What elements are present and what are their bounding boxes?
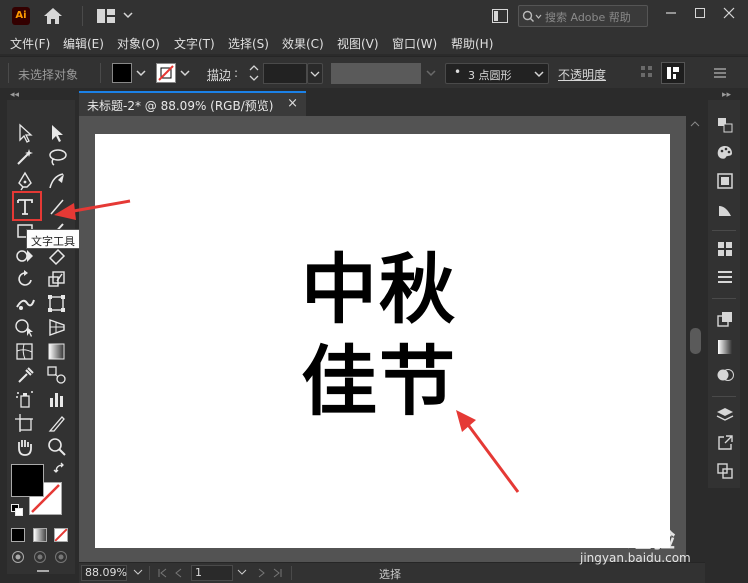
swatches-icon[interactable] — [716, 172, 734, 190]
arrow-to-type-tool — [54, 199, 131, 220]
last-artboard-icon[interactable] — [273, 568, 283, 578]
baidu-watermark: Bai 经验 jingyan.baidu.com — [576, 519, 712, 567]
prev-artboard-icon[interactable] — [173, 568, 183, 578]
current-tool-status: 选择 — [379, 568, 401, 581]
artboards-icon[interactable] — [716, 462, 734, 480]
appearance-icon[interactable] — [716, 366, 734, 384]
arrow-to-text — [456, 410, 520, 493]
artboard-number-field[interactable]: 1 — [191, 565, 233, 581]
watermark-text: Bai 经验 — [576, 525, 676, 553]
align-icon[interactable] — [716, 268, 734, 286]
properties-icon[interactable] — [716, 116, 734, 134]
color-icon[interactable] — [716, 144, 734, 162]
artboard-dropdown-icon[interactable] — [237, 567, 247, 577]
transform-icon[interactable] — [716, 310, 734, 328]
divider — [291, 566, 292, 580]
divider — [149, 566, 150, 580]
stroke-icon[interactable] — [716, 200, 734, 218]
zoom-dropdown-icon[interactable] — [133, 567, 143, 577]
divider — [712, 230, 736, 231]
next-artboard-icon[interactable] — [257, 568, 267, 578]
layers-icon[interactable] — [716, 406, 734, 424]
zoom-level-field[interactable]: 88.09% — [81, 565, 127, 581]
watermark-url: jingyan.baidu.com — [580, 551, 691, 565]
export-icon[interactable] — [716, 434, 734, 452]
right-panel-dock — [708, 100, 740, 488]
divider — [712, 298, 736, 299]
libraries-icon[interactable] — [716, 240, 734, 258]
gradient-icon[interactable] — [716, 338, 734, 356]
first-artboard-icon[interactable] — [157, 568, 167, 578]
divider — [712, 396, 736, 397]
annotation-arrows — [54, 199, 520, 493]
